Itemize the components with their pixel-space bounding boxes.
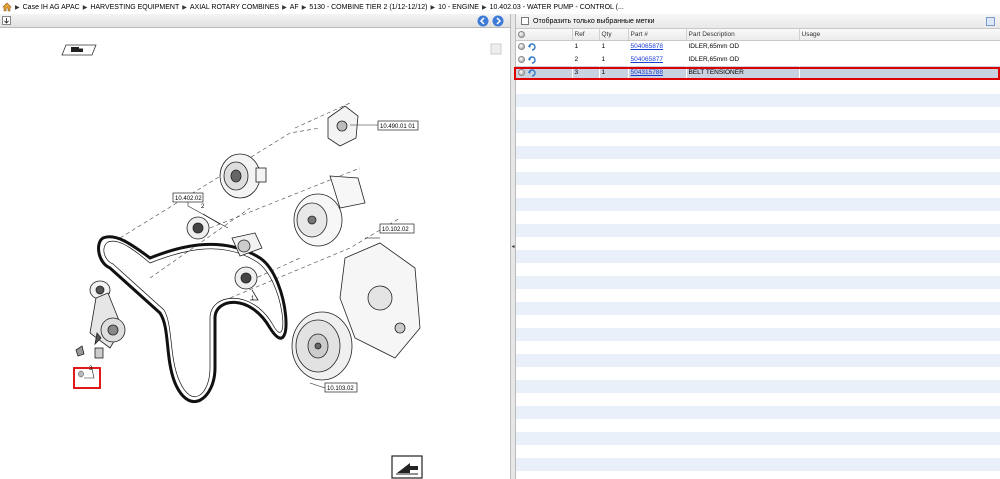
idler-1: 1 (234, 266, 259, 302)
breadcrumb-item[interactable]: HARVESTING EQUIPMENT (90, 4, 179, 11)
add-to-cart-icon[interactable] (518, 43, 525, 51)
ref-cell: 2 (572, 53, 599, 66)
usage-cell (799, 66, 1000, 79)
column-header-usage[interactable]: Usage (799, 29, 1000, 41)
select-all-icon[interactable] (518, 30, 525, 38)
parts-table: Ref Qty Part # Part Description Usage 1 … (516, 29, 1000, 79)
ref-label-10-103[interactable]: 10.103.02 (309, 382, 358, 393)
refresh-arrow-icon[interactable] (528, 43, 536, 51)
part-number-link[interactable]: 504315788 (631, 69, 664, 76)
diagram-toolbar (0, 14, 510, 28)
ref-label-10-102[interactable]: 10.102.02 (365, 223, 415, 239)
show-selected-checkbox[interactable] (521, 17, 529, 25)
ref-label-text: 10.402.02 (175, 196, 202, 202)
diagram-pane: 3 2 1 10.490.01 01 10.402.02 10.102.02 1… (0, 14, 510, 479)
table-row[interactable]: 1 1 504065878 IDLER,65mm OD (516, 40, 1000, 53)
home-icon[interactable] (2, 2, 12, 12)
add-to-cart-icon[interactable] (518, 69, 525, 76)
usage-cell (799, 40, 1000, 53)
callout-3[interactable]: 3 (73, 366, 101, 389)
ref-label-10-490[interactable]: 10.490.01 01 (350, 120, 419, 131)
idler-2: 2 (186, 204, 221, 240)
callout-1-label: 1 (251, 296, 255, 302)
next-page-icon[interactable] (492, 15, 504, 27)
ref-label-text: 10.103.02 (327, 386, 354, 392)
chevron-right-icon: ▶ (430, 4, 436, 11)
chevron-right-icon: ▶ (282, 4, 287, 11)
breadcrumb-item[interactable]: 10 - ENGINE (438, 4, 479, 11)
chevron-right-icon: ▶ (82, 4, 88, 11)
diagram-corner-icon (490, 43, 502, 55)
description-cell: IDLER,65mm OD (686, 40, 799, 53)
table-header-row: Ref Qty Part # Part Description Usage (516, 29, 1000, 41)
crankshaft-pulley (291, 311, 353, 381)
filter-bar: Отобразить только выбранные метки (516, 14, 1000, 29)
add-to-cart-icon[interactable] (518, 56, 525, 63)
show-selected-label: Отобразить только выбранные метки (533, 17, 655, 25)
sensor-assembly (327, 105, 359, 147)
qty-cell: 1 (599, 66, 628, 79)
breadcrumb-item[interactable]: 5130 - COMBINE TIER 2 (1/12-12/12) (309, 4, 427, 11)
parts-diagram[interactable]: 3 2 1 10.490.01 01 10.402.02 10.102.02 1… (0, 28, 510, 479)
column-header-qty[interactable]: Qty (599, 29, 629, 41)
ref-label-text: 10.102.02 (382, 227, 409, 233)
breadcrumb-item[interactable]: Case IH AG APAC (23, 4, 80, 11)
vehicle-badge-icon (61, 44, 97, 56)
export-icon[interactable] (986, 17, 995, 26)
callout-2-label: 2 (201, 204, 205, 210)
alternator (219, 153, 267, 199)
usage-cell (799, 53, 1000, 66)
page-arrow-icon[interactable] (391, 455, 423, 479)
breadcrumb-item[interactable]: AXIAL ROTARY COMBINES (190, 4, 279, 11)
description-cell: IDLER,65mm OD (686, 53, 799, 66)
table-row[interactable]: 2 1 504065877 IDLER,65mm OD (516, 53, 1000, 66)
parts-list-pane: Отобразить только выбранные метки Ref Qt… (514, 14, 1000, 479)
water-pump-pulley (293, 175, 366, 247)
refresh-arrow-icon[interactable] (528, 55, 536, 64)
column-header-part[interactable]: Part # (628, 29, 687, 41)
refresh-arrow-icon[interactable] (528, 68, 536, 77)
belt-tensioner (75, 280, 126, 359)
serpentine-belt (97, 235, 288, 404)
ref-cell: 1 (572, 40, 599, 53)
chevron-right-icon: ▶ (301, 4, 307, 11)
breadcrumb-item[interactable]: 10.402.03 - WATER PUMP - CONTROL (... (490, 4, 624, 11)
previous-page-icon[interactable] (477, 15, 489, 27)
column-header-ref[interactable]: Ref (572, 29, 600, 41)
qty-cell: 1 (599, 40, 628, 53)
chevron-right-icon: ▶ (182, 4, 187, 11)
chevron-right-icon: ▶ (15, 4, 20, 11)
breadcrumb: ▶ Case IH AG APAC ▶ HARVESTING EQUIPMENT… (0, 0, 1000, 14)
collapse-arrow-icon[interactable]: ◂ (511, 242, 515, 252)
column-header-description[interactable]: Part Description (686, 29, 800, 41)
ref-label-text: 10.490.01 01 (380, 124, 416, 130)
zoom-out-icon[interactable] (2, 16, 11, 25)
table-row-selected[interactable]: 3 1 504315788 BELT TENSIONER (516, 66, 1000, 79)
description-cell: BELT TENSIONER (686, 66, 799, 79)
empty-row-stripes (516, 81, 1000, 479)
qty-cell: 1 (599, 53, 628, 66)
breadcrumb-item[interactable]: AF (290, 4, 299, 11)
ref-cell: 3 (572, 66, 599, 79)
part-number-link[interactable]: 504065877 (631, 56, 664, 63)
chevron-right-icon: ▶ (481, 4, 487, 11)
part-number-link[interactable]: 504065878 (631, 43, 664, 50)
select-all-header[interactable] (516, 29, 573, 41)
